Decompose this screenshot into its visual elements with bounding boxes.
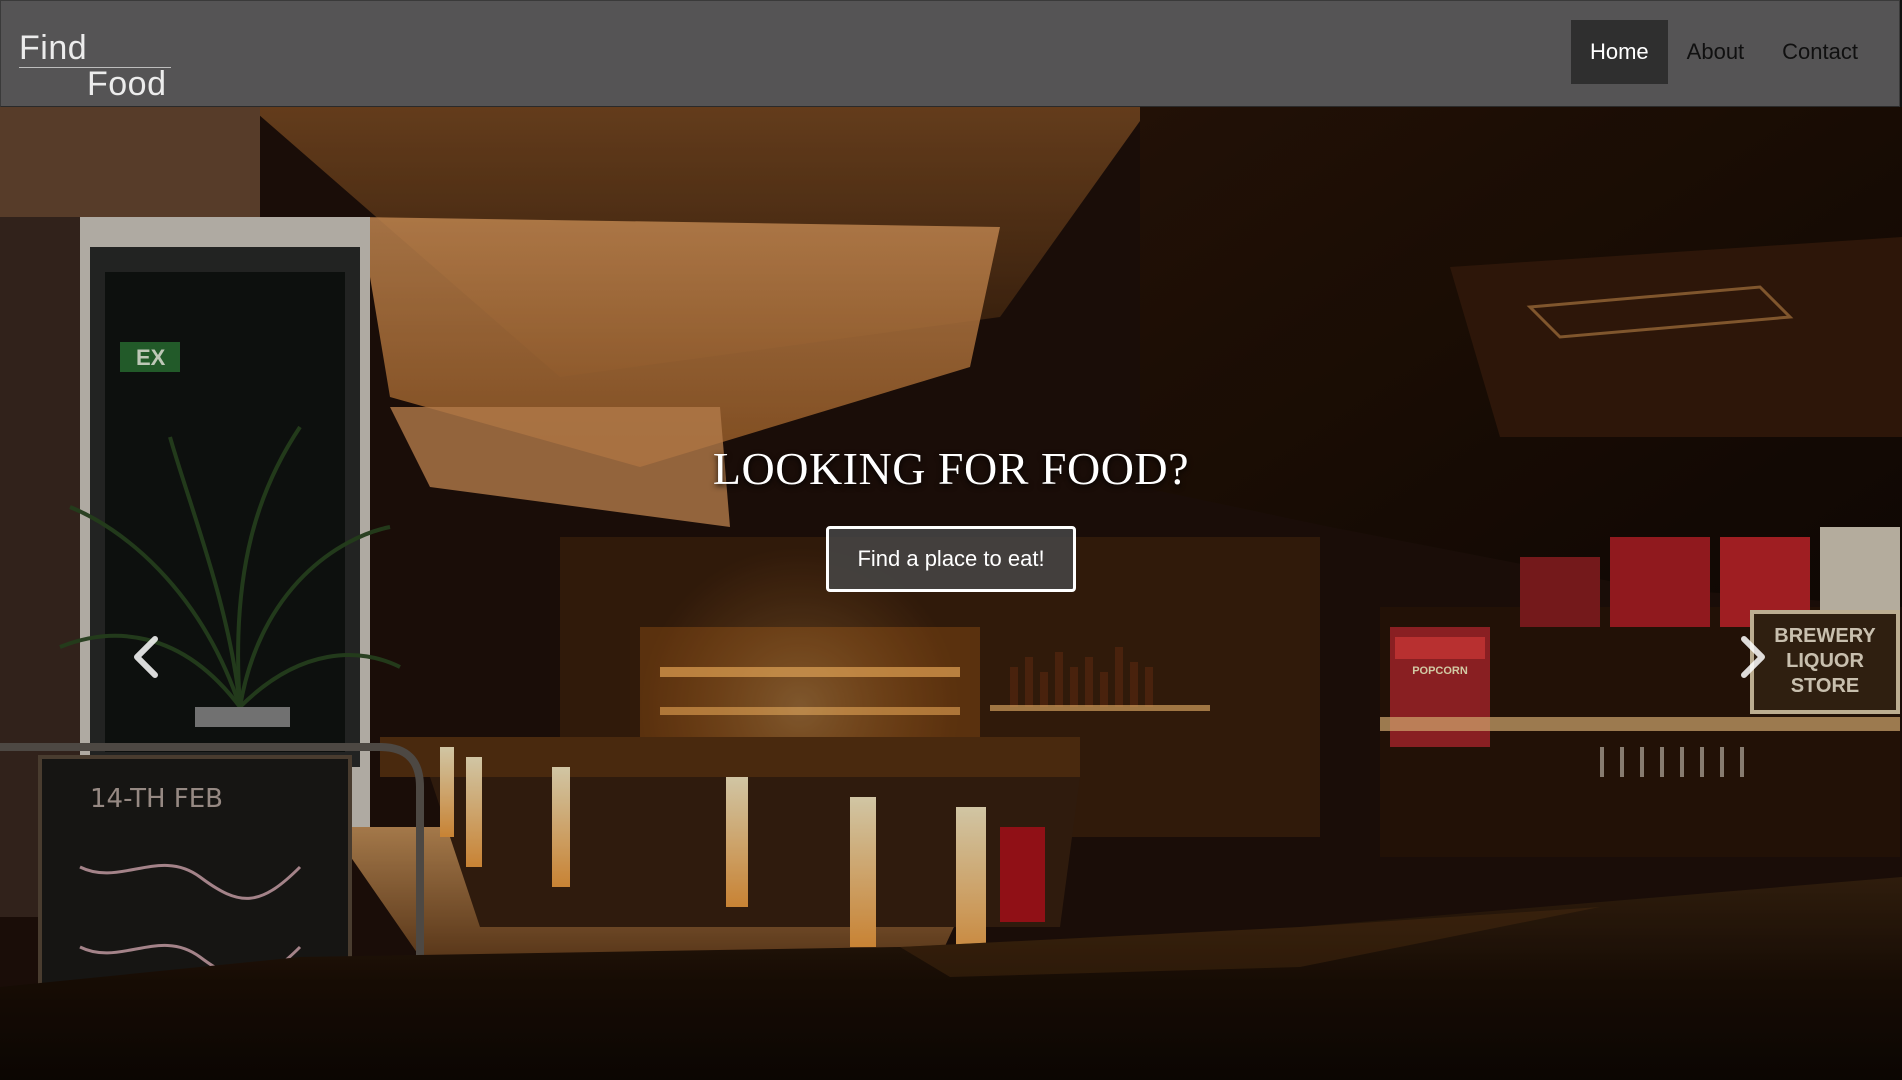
hero-title: LOOKING FOR FOOD? xyxy=(712,443,1190,494)
find-place-button[interactable]: Find a place to eat! xyxy=(826,526,1076,592)
nav-item-home[interactable]: Home xyxy=(1570,20,1668,84)
main-nav: Home About Contact xyxy=(1570,20,1877,84)
brand-logo[interactable]: Find Food xyxy=(19,31,174,101)
brand-line-2: Food xyxy=(87,65,167,103)
hero-carousel: BREWERY LIQUOR STORE POPCORN EX 14-TH FE… xyxy=(0,107,1902,1080)
chevron-right-icon xyxy=(1741,636,1765,678)
carousel-next-button[interactable] xyxy=(1728,627,1778,687)
nav-item-about[interactable]: About xyxy=(1668,20,1764,84)
hero-caption: LOOKING FOR FOOD? Find a place to eat! xyxy=(0,107,1902,1080)
nav-item-contact[interactable]: Contact xyxy=(1763,20,1877,84)
brand-line-1: Find xyxy=(19,29,88,67)
chevron-left-icon xyxy=(134,636,158,678)
carousel-prev-button[interactable] xyxy=(121,627,171,687)
navbar: Find Food Home About Contact xyxy=(0,0,1900,107)
page: Find Food Home About Contact BREWERY LIQ… xyxy=(0,0,1902,1080)
